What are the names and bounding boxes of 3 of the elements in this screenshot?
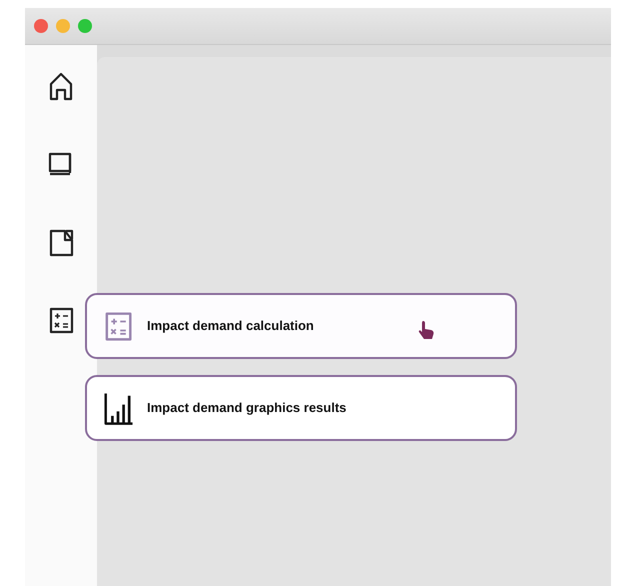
menu-button[interactable]: Impact demand calculation — [85, 293, 517, 359]
window-control-button[interactable] — [34, 19, 48, 33]
menu-button[interactable]: Impact demand graphics results — [85, 375, 517, 441]
